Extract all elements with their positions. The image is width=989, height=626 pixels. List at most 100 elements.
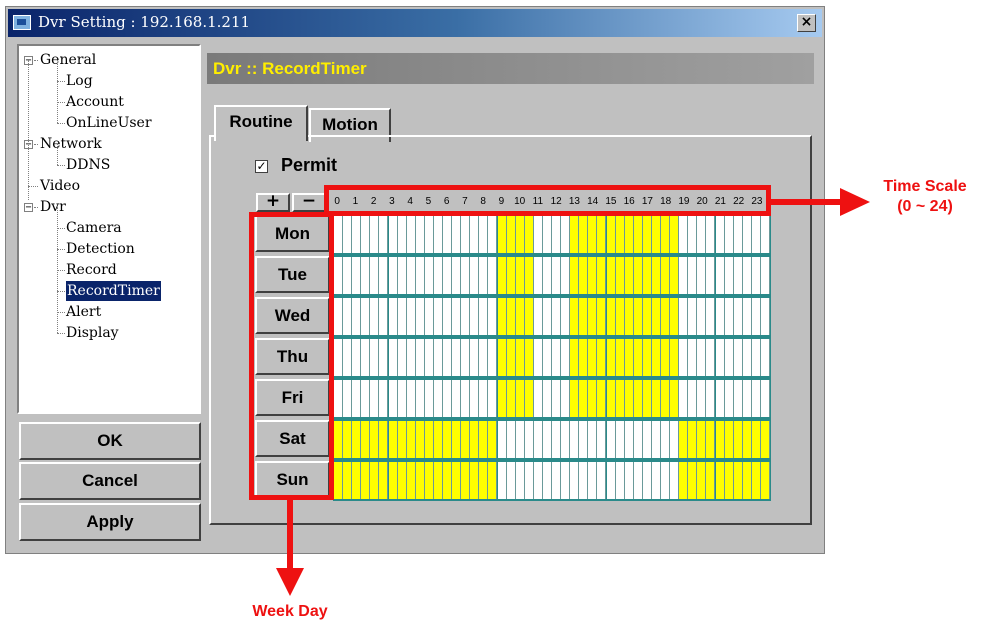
schedule-cell[interactable] — [443, 257, 453, 294]
schedule-cell[interactable] — [452, 462, 462, 499]
schedule-cell[interactable] — [515, 339, 525, 376]
schedule-cell[interactable] — [470, 462, 480, 499]
schedule-cell[interactable] — [334, 257, 344, 294]
schedule-cell[interactable] — [515, 298, 525, 335]
apply-button[interactable]: Apply — [19, 503, 201, 541]
schedule-cell[interactable] — [542, 257, 552, 294]
tree-item-recordtimer[interactable]: RecordTimer — [66, 281, 161, 301]
schedule-cell[interactable] — [424, 257, 434, 294]
schedule-cell[interactable] — [370, 216, 380, 253]
schedule-cell[interactable] — [470, 421, 480, 458]
schedule-cell[interactable] — [642, 339, 652, 376]
schedule-cell[interactable] — [379, 257, 389, 294]
schedule-cell[interactable] — [570, 216, 580, 253]
schedule-cell[interactable] — [742, 339, 752, 376]
schedule-cell[interactable] — [470, 216, 480, 253]
schedule-cell[interactable] — [343, 462, 353, 499]
schedule-cell[interactable] — [724, 257, 734, 294]
schedule-cell[interactable] — [361, 421, 371, 458]
schedule-cell[interactable] — [615, 298, 625, 335]
schedule-cell[interactable] — [588, 298, 598, 335]
schedule-cell[interactable] — [670, 298, 680, 335]
schedule-cell[interactable] — [724, 421, 734, 458]
schedule-cell[interactable] — [361, 298, 371, 335]
schedule-cell[interactable] — [361, 380, 371, 417]
schedule-cell[interactable] — [715, 421, 725, 458]
schedule-cell[interactable] — [379, 339, 389, 376]
schedule-cell[interactable] — [379, 421, 389, 458]
schedule-cell[interactable] — [497, 421, 507, 458]
schedule-cell[interactable] — [542, 380, 552, 417]
schedule-cell[interactable] — [443, 380, 453, 417]
schedule-cell[interactable] — [506, 257, 516, 294]
schedule-cell[interactable] — [688, 339, 698, 376]
schedule-cell[interactable] — [751, 339, 761, 376]
schedule-cell[interactable] — [343, 298, 353, 335]
schedule-cell[interactable] — [733, 421, 743, 458]
schedule-cell[interactable] — [488, 421, 498, 458]
schedule-cell[interactable] — [633, 339, 643, 376]
schedule-cell[interactable] — [533, 380, 543, 417]
schedule-cell[interactable] — [406, 462, 416, 499]
schedule-cell[interactable] — [506, 380, 516, 417]
schedule-cell[interactable] — [533, 257, 543, 294]
schedule-cell[interactable] — [479, 339, 489, 376]
schedule-cell[interactable] — [570, 257, 580, 294]
schedule-cell[interactable] — [651, 216, 661, 253]
schedule-cell[interactable] — [670, 421, 680, 458]
schedule-cell[interactable] — [561, 380, 571, 417]
schedule-cell[interactable] — [542, 216, 552, 253]
schedule-cell[interactable] — [624, 380, 634, 417]
schedule-cell[interactable] — [642, 421, 652, 458]
schedule-cell[interactable] — [624, 216, 634, 253]
schedule-cell[interactable] — [606, 298, 616, 335]
schedule-cell[interactable] — [334, 216, 344, 253]
schedule-cell[interactable] — [533, 298, 543, 335]
schedule-cell[interactable] — [552, 339, 562, 376]
schedule-cell[interactable] — [334, 339, 344, 376]
schedule-cell[interactable] — [606, 216, 616, 253]
tree-item-ddns[interactable]: DDNS — [66, 155, 110, 175]
schedule-cell[interactable] — [651, 257, 661, 294]
schedule-cell[interactable] — [461, 380, 471, 417]
schedule-cell[interactable] — [633, 380, 643, 417]
schedule-cell[interactable] — [352, 339, 362, 376]
schedule-cell[interactable] — [524, 216, 534, 253]
schedule-cell[interactable] — [479, 462, 489, 499]
schedule-cell[interactable] — [679, 257, 689, 294]
schedule-cell[interactable] — [688, 421, 698, 458]
schedule-cell[interactable] — [697, 257, 707, 294]
schedule-cell[interactable] — [506, 462, 516, 499]
schedule-cell[interactable] — [470, 298, 480, 335]
schedule-cell[interactable] — [742, 462, 752, 499]
schedule-cell[interactable] — [760, 462, 770, 499]
schedule-cell[interactable] — [479, 216, 489, 253]
schedule-cell[interactable] — [343, 216, 353, 253]
schedule-cell[interactable] — [488, 257, 498, 294]
schedule-cell[interactable] — [397, 216, 407, 253]
schedule-cell[interactable] — [334, 298, 344, 335]
zoom-in-button[interactable]: + — [256, 193, 290, 212]
schedule-cell[interactable] — [561, 339, 571, 376]
schedule-cell[interactable] — [461, 462, 471, 499]
schedule-cell[interactable] — [515, 421, 525, 458]
schedule-cell[interactable] — [715, 298, 725, 335]
schedule-cell[interactable] — [615, 216, 625, 253]
schedule-cell[interactable] — [352, 216, 362, 253]
schedule-cell[interactable] — [715, 339, 725, 376]
schedule-cell[interactable] — [452, 421, 462, 458]
schedule-cell[interactable] — [406, 257, 416, 294]
schedule-cell[interactable] — [715, 462, 725, 499]
schedule-cell[interactable] — [606, 380, 616, 417]
schedule-cell[interactable] — [688, 257, 698, 294]
schedule-cell[interactable] — [661, 298, 671, 335]
schedule-cell[interactable] — [433, 298, 443, 335]
ok-button[interactable]: OK — [19, 422, 201, 460]
schedule-cell[interactable] — [724, 216, 734, 253]
schedule-cell[interactable] — [733, 339, 743, 376]
schedule-cell[interactable] — [415, 298, 425, 335]
schedule-cell[interactable] — [633, 216, 643, 253]
schedule-cell[interactable] — [334, 380, 344, 417]
schedule-cell[interactable] — [751, 216, 761, 253]
tree-item-account[interactable]: Account — [66, 92, 124, 112]
